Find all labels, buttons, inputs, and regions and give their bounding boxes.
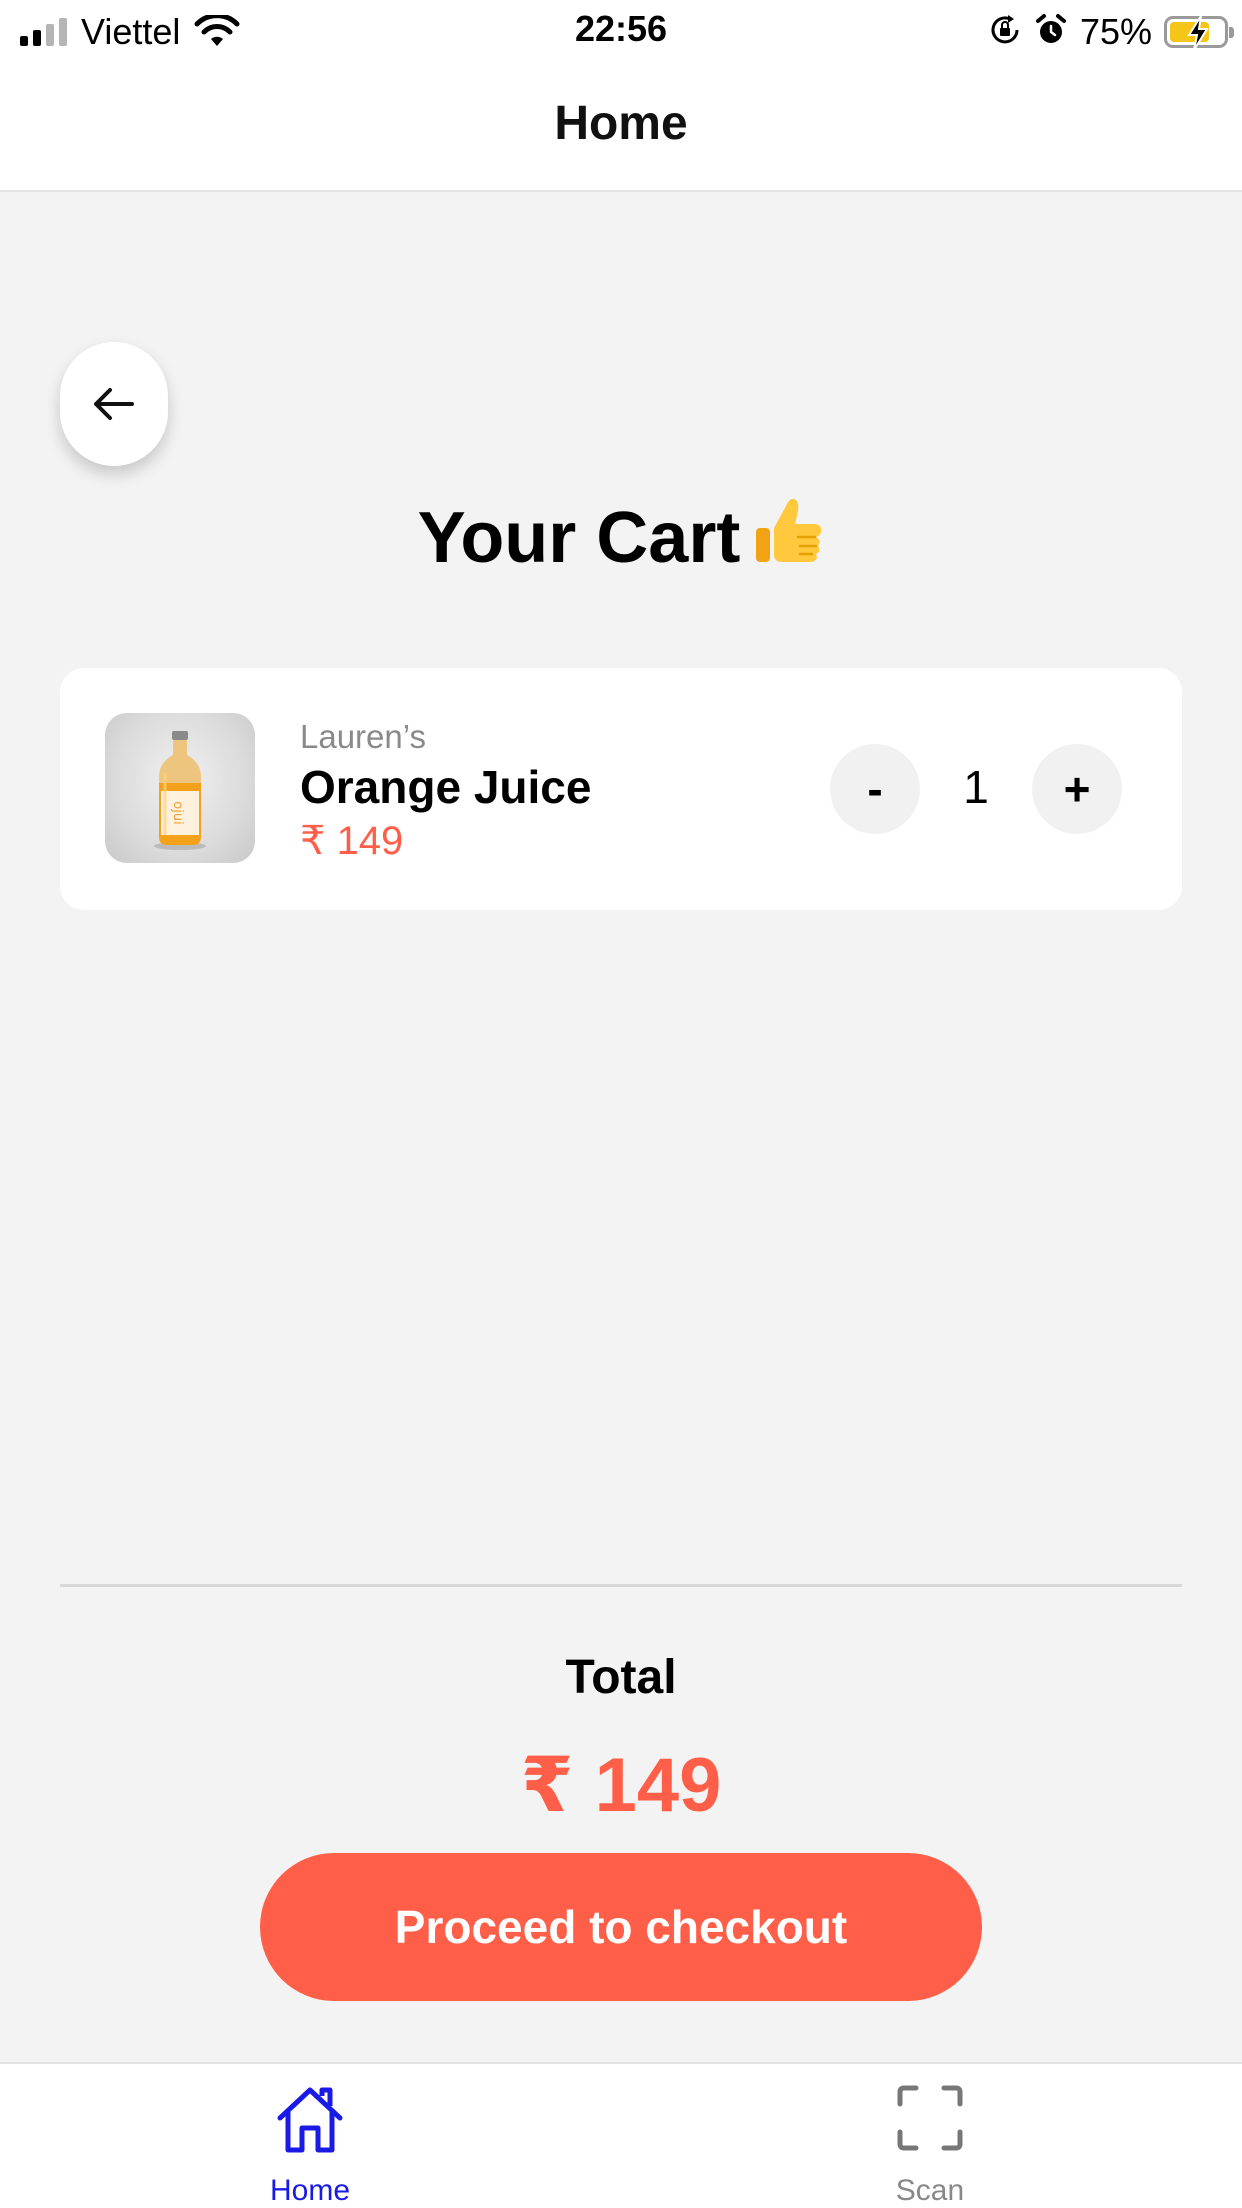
tab-home[interactable]: Home bbox=[0, 2064, 620, 2208]
quantity-value: 1 bbox=[963, 761, 989, 813]
cart-title-text: Your Cart bbox=[417, 498, 741, 578]
total-value: ₹ 149 bbox=[520, 1743, 722, 1828]
home-icon bbox=[0, 2084, 620, 2156]
orientation-lock-icon bbox=[988, 13, 1022, 52]
battery-icon bbox=[1164, 15, 1234, 51]
tab-scan[interactable]: Scan bbox=[620, 2064, 1240, 2208]
status-bar: Viettel 22:56 75% bbox=[0, 0, 1242, 64]
tab-bar: Home Scan bbox=[0, 2062, 1242, 2208]
battery-percent: 75% bbox=[1079, 11, 1152, 52]
tab-scan-label: Scan bbox=[895, 2174, 965, 2207]
item-name: Orange Juice bbox=[300, 761, 592, 813]
scan-icon bbox=[620, 2084, 1240, 2152]
nav-header: Home bbox=[0, 64, 1242, 192]
page-title: Home bbox=[554, 97, 688, 150]
app-screen: Viettel 22:56 75% Home Your Cart ojui La… bbox=[0, 0, 1242, 2208]
checkout-button[interactable]: Proceed to checkout bbox=[260, 1853, 982, 2001]
alarm-icon bbox=[1034, 13, 1068, 52]
orange-juice-bottle-icon: ojui bbox=[154, 731, 206, 850]
total-label: Total bbox=[565, 1651, 677, 1704]
thumbs-up-icon bbox=[752, 494, 824, 585]
charging-bolt-icon bbox=[1187, 15, 1209, 51]
arrow-left-icon bbox=[94, 388, 134, 420]
product-image: ojui bbox=[105, 713, 255, 863]
increase-quantity-button[interactable]: + bbox=[1032, 744, 1122, 834]
tab-home-label: Home bbox=[269, 2174, 351, 2207]
divider bbox=[60, 1584, 1182, 1587]
cart-heading: Your Cart bbox=[0, 494, 1242, 585]
item-price: ₹ 149 bbox=[300, 819, 404, 863]
status-right: 75% bbox=[988, 10, 1234, 54]
back-button[interactable] bbox=[60, 342, 168, 466]
cart-item: ojui Lauren’s Orange Juice ₹ 149 - 1 + bbox=[60, 668, 1182, 910]
svg-text:ojui: ojui bbox=[170, 801, 185, 824]
item-brand: Lauren’s bbox=[300, 718, 426, 755]
decrease-quantity-button[interactable]: - bbox=[830, 744, 920, 834]
